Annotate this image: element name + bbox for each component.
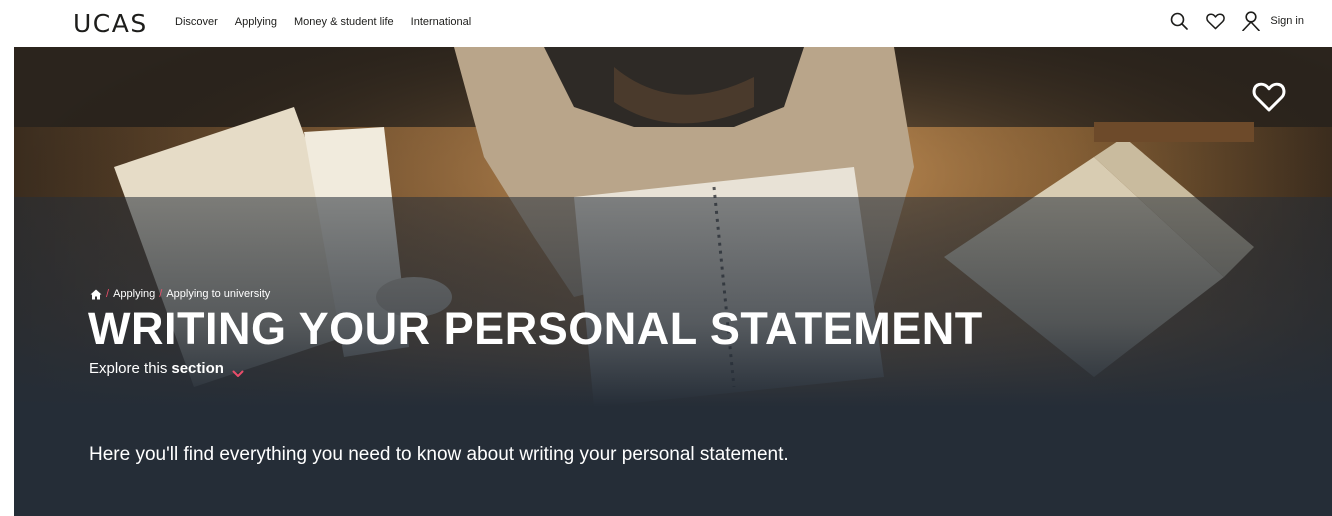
search-icon[interactable] bbox=[1168, 10, 1190, 32]
favourite-heart-icon[interactable] bbox=[1252, 81, 1286, 113]
explore-label-bold: section bbox=[171, 360, 224, 377]
explore-label: Explore this bbox=[89, 360, 168, 377]
nav-applying[interactable]: Applying bbox=[235, 16, 277, 28]
ucas-logo[interactable]: UCAS bbox=[73, 9, 148, 38]
page-title: WRITING YOUR PERSONAL STATEMENT bbox=[88, 303, 983, 354]
site-header: UCAS Discover Applying Money & student l… bbox=[0, 0, 1332, 47]
breadcrumb-separator: / bbox=[106, 288, 110, 300]
chevron-down-icon bbox=[232, 365, 244, 377]
main-nav: Discover Applying Money & student life I… bbox=[175, 16, 488, 28]
home-icon[interactable] bbox=[90, 289, 102, 300]
user-icon[interactable] bbox=[1240, 10, 1262, 32]
heart-icon[interactable] bbox=[1204, 10, 1226, 32]
intro-text: Here you'll find everything you need to … bbox=[89, 444, 789, 465]
breadcrumb: / Applying / Applying to university bbox=[90, 288, 270, 300]
nav-international[interactable]: International bbox=[411, 16, 472, 28]
hero-banner: / Applying / Applying to university WRIT… bbox=[14, 47, 1332, 516]
sign-in-link[interactable]: Sign in bbox=[1270, 15, 1304, 27]
header-actions: Sign in bbox=[1154, 10, 1304, 32]
breadcrumb-applying-to-university[interactable]: Applying to university bbox=[166, 288, 270, 300]
breadcrumb-applying[interactable]: Applying bbox=[113, 288, 155, 300]
nav-discover[interactable]: Discover bbox=[175, 16, 218, 28]
breadcrumb-separator: / bbox=[159, 288, 163, 300]
explore-section-toggle[interactable]: Explore this section bbox=[89, 360, 244, 377]
nav-money-student-life[interactable]: Money & student life bbox=[294, 16, 394, 28]
